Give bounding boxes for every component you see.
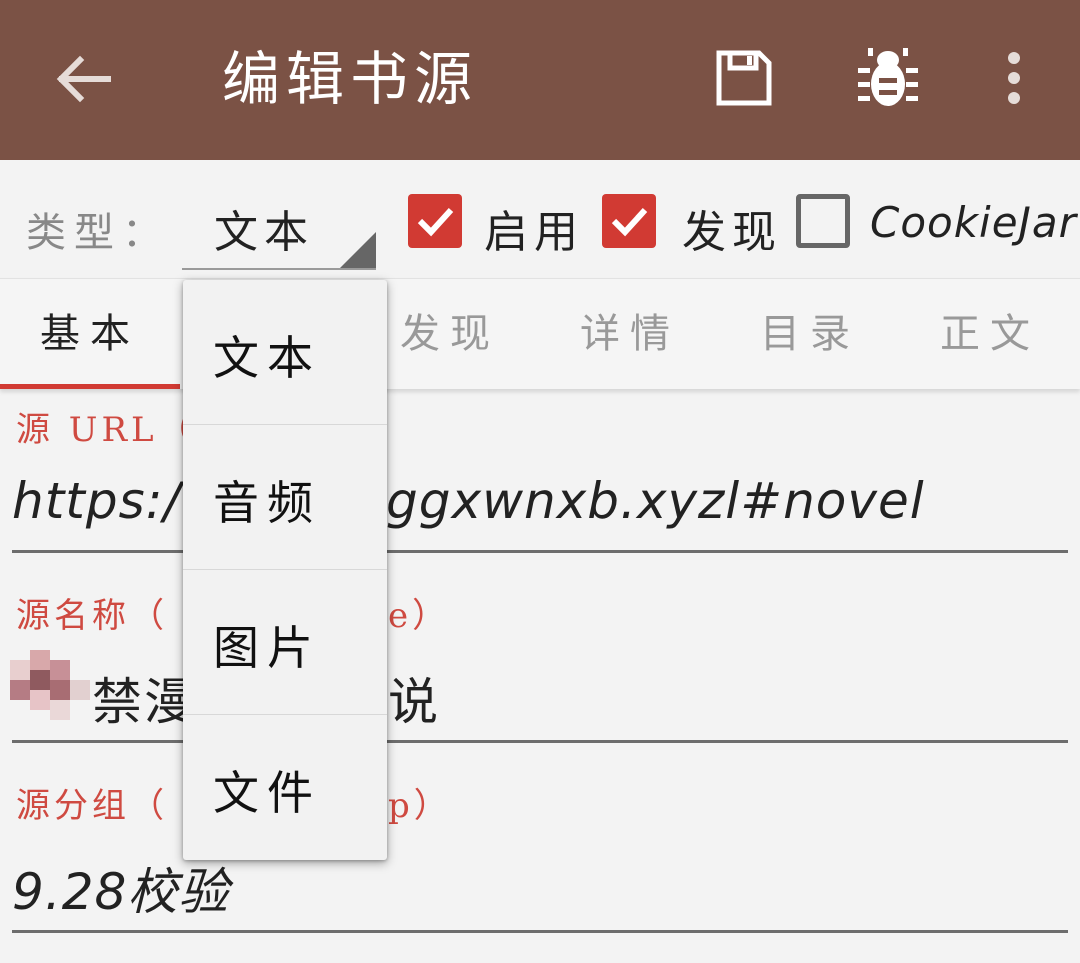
source-url-value: https:/ <box>12 472 182 530</box>
menu-item-label: 文本 <box>213 331 321 385</box>
explore-checkbox[interactable] <box>602 194 656 248</box>
menu-item-image[interactable]: 图片 <box>183 570 387 715</box>
tab-detail[interactable]: 详情 <box>540 279 720 389</box>
type-spinner[interactable]: 文本 <box>182 182 376 270</box>
source-name-label: 源名称（ <box>16 596 168 636</box>
source-url-value-tail: ggxwnxb.xyzl#novel <box>386 472 925 530</box>
page-title: 编辑书源 <box>222 45 479 113</box>
top-app-bar: 编辑书源 <box>0 0 1080 160</box>
menu-item-label: 音频 <box>213 476 321 530</box>
dropdown-triangle-icon <box>340 232 376 268</box>
tab-indicator <box>0 384 180 389</box>
source-group-value: 9.28校验 <box>12 863 230 921</box>
tab-basic[interactable]: 基本 <box>0 279 180 389</box>
type-label: 类型： <box>26 210 170 256</box>
type-spinner-value: 文本 <box>214 207 314 258</box>
menu-item-label: 图片 <box>213 621 321 675</box>
save-icon[interactable] <box>714 48 774 108</box>
source-name-value: 禁漫 <box>92 673 196 731</box>
menu-item-audio[interactable]: 音频 <box>183 425 387 570</box>
more-options-icon[interactable] <box>994 48 1034 108</box>
source-group-label-tail: p） <box>388 786 452 826</box>
tab-content[interactable]: 正文 <box>900 279 1080 389</box>
explore-label[interactable]: 发现 <box>682 196 782 260</box>
enabled-checkbox[interactable] <box>408 194 462 248</box>
type-dropdown-menu: 文本 音频 图片 文件 <box>183 280 387 860</box>
back-arrow-icon[interactable] <box>52 48 114 110</box>
source-url-label: 源 URL（ <box>16 410 196 450</box>
cookiejar-label[interactable]: CookieJar <box>870 198 1077 247</box>
tab-toc[interactable]: 目录 <box>720 279 900 389</box>
source-group-input[interactable]: 9.28校验 <box>12 852 1068 933</box>
source-name-input[interactable]: 禁漫 说 <box>12 662 1068 743</box>
bug-icon[interactable] <box>858 46 918 110</box>
type-row: 类型： 文本 启用 发现 CookieJar <box>0 160 1080 278</box>
source-name-value-tail: 说 <box>388 673 440 731</box>
menu-item-file[interactable]: 文件 <box>183 715 387 860</box>
source-group-label: 源分组（ <box>16 786 168 826</box>
source-url-input[interactable]: https:/ ggxwnxb.xyzl#novel <box>12 472 1068 553</box>
tab-explore[interactable]: 发现 <box>360 279 540 389</box>
menu-item-text[interactable]: 文本 <box>183 280 387 425</box>
tab-bar: 基本 发现 详情 目录 正文 <box>0 278 1080 389</box>
enabled-label[interactable]: 启用 <box>484 196 584 260</box>
menu-item-label: 文件 <box>213 766 321 820</box>
cookiejar-checkbox[interactable] <box>796 194 850 248</box>
source-name-label-tail: e） <box>388 596 451 636</box>
